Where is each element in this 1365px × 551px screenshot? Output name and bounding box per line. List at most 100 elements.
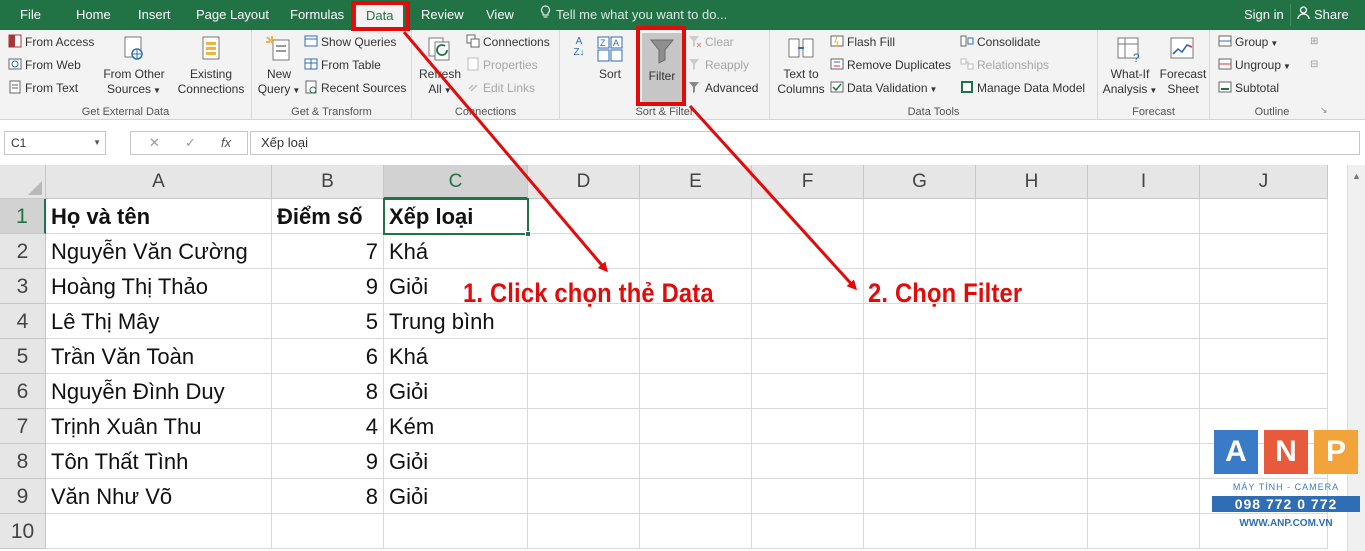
- cell-h9[interactable]: [976, 479, 1088, 514]
- cell-d10[interactable]: [528, 514, 640, 549]
- cell-e7[interactable]: [640, 409, 752, 444]
- column-header-e[interactable]: E: [640, 165, 752, 199]
- cell-d8[interactable]: [528, 444, 640, 479]
- cell-a6[interactable]: Nguyễn Đình Duy: [46, 374, 272, 409]
- column-header-g[interactable]: G: [864, 165, 976, 199]
- tab-insert[interactable]: Insert: [128, 0, 181, 30]
- cell-d2[interactable]: [528, 234, 640, 269]
- row-header[interactable]: 5: [0, 339, 46, 374]
- cell-a2[interactable]: Nguyễn Văn Cường: [46, 234, 272, 269]
- cell-d4[interactable]: [528, 304, 640, 339]
- cell-c7[interactable]: Kém: [384, 409, 528, 444]
- cell-c10[interactable]: [384, 514, 528, 549]
- cell-d6[interactable]: [528, 374, 640, 409]
- recent-sources-button[interactable]: Recent Sources: [304, 78, 406, 98]
- from-other-sources-button[interactable]: From Other Sources ▼: [98, 34, 170, 98]
- refresh-all-button[interactable]: Refresh All ▼: [416, 34, 464, 98]
- column-header-f[interactable]: F: [752, 165, 864, 199]
- cell-c4[interactable]: Trung bình: [384, 304, 528, 339]
- cell-h6[interactable]: [976, 374, 1088, 409]
- sort-button[interactable]: ZA Sort: [592, 34, 628, 82]
- select-all-button[interactable]: [0, 165, 46, 199]
- scroll-up-icon[interactable]: ▲: [1352, 171, 1361, 181]
- cell-i1[interactable]: [1088, 199, 1200, 234]
- forecast-sheet-button[interactable]: Forecast Sheet: [1158, 34, 1208, 97]
- row-header[interactable]: 4: [0, 304, 46, 339]
- subtotal-button[interactable]: Subtotal: [1218, 78, 1279, 98]
- cell-f10[interactable]: [752, 514, 864, 549]
- cell-d9[interactable]: [528, 479, 640, 514]
- hide-detail-button[interactable]: ⊟: [1310, 55, 1318, 75]
- cell-h5[interactable]: [976, 339, 1088, 374]
- cell-b6[interactable]: 8: [272, 374, 384, 409]
- cell-h7[interactable]: [976, 409, 1088, 444]
- enter-icon[interactable]: ✓: [185, 132, 196, 154]
- consolidate-button[interactable]: Consolidate: [960, 32, 1040, 52]
- show-detail-button[interactable]: ⊞: [1310, 32, 1318, 52]
- cell-c9[interactable]: Giỏi: [384, 479, 528, 514]
- share-button[interactable]: Share: [1290, 4, 1355, 26]
- cell-e8[interactable]: [640, 444, 752, 479]
- edit-links-button[interactable]: Edit Links: [466, 78, 535, 98]
- cell-j4[interactable]: [1200, 304, 1328, 339]
- cell-d1[interactable]: [528, 199, 640, 234]
- cell-b8[interactable]: 9: [272, 444, 384, 479]
- cell-f8[interactable]: [752, 444, 864, 479]
- formula-input[interactable]: Xếp loại: [250, 131, 1360, 155]
- cell-i8[interactable]: [1088, 444, 1200, 479]
- cell-h4[interactable]: [976, 304, 1088, 339]
- what-if-analysis-button[interactable]: ? What-If Analysis ▼: [1100, 34, 1160, 98]
- cell-i10[interactable]: [1088, 514, 1200, 549]
- cell-a4[interactable]: Lê Thị Mây: [46, 304, 272, 339]
- cell-b7[interactable]: 4: [272, 409, 384, 444]
- cell-e2[interactable]: [640, 234, 752, 269]
- cell-h1[interactable]: [976, 199, 1088, 234]
- new-query-button[interactable]: New Query ▼: [256, 34, 302, 98]
- from-text-button[interactable]: From Text: [8, 78, 78, 98]
- insert-function-icon[interactable]: fx: [221, 132, 231, 154]
- cell-f5[interactable]: [752, 339, 864, 374]
- reapply-button[interactable]: Reapply: [688, 55, 749, 75]
- tab-home[interactable]: Home: [66, 0, 121, 30]
- cell-a8[interactable]: Tôn Thất Tình: [46, 444, 272, 479]
- cell-b9[interactable]: 8: [272, 479, 384, 514]
- cell-g1[interactable]: [864, 199, 976, 234]
- cell-h2[interactable]: [976, 234, 1088, 269]
- column-header-j[interactable]: J: [1200, 165, 1328, 199]
- tab-review[interactable]: Review: [411, 0, 474, 30]
- cell-b2[interactable]: 7: [272, 234, 384, 269]
- cell-e10[interactable]: [640, 514, 752, 549]
- cell-f7[interactable]: [752, 409, 864, 444]
- from-web-button[interactable]: From Web: [8, 55, 81, 75]
- cell-a7[interactable]: Trịnh Xuân Thu: [46, 409, 272, 444]
- cell-a10[interactable]: [46, 514, 272, 549]
- cell-e5[interactable]: [640, 339, 752, 374]
- cell-e1[interactable]: [640, 199, 752, 234]
- cell-j1[interactable]: [1200, 199, 1328, 234]
- cell-a3[interactable]: Hoàng Thị Thảo: [46, 269, 272, 304]
- cell-g5[interactable]: [864, 339, 976, 374]
- from-table-button[interactable]: From Table: [304, 55, 381, 75]
- tab-formulas[interactable]: Formulas: [280, 0, 354, 30]
- cell-g2[interactable]: [864, 234, 976, 269]
- relationships-button[interactable]: Relationships: [960, 55, 1049, 75]
- cell-c6[interactable]: Giỏi: [384, 374, 528, 409]
- existing-connections-button[interactable]: Existing Connections: [172, 34, 250, 97]
- row-header[interactable]: 1: [0, 199, 46, 234]
- cell-g9[interactable]: [864, 479, 976, 514]
- cell-g10[interactable]: [864, 514, 976, 549]
- cell-i5[interactable]: [1088, 339, 1200, 374]
- cell-d5[interactable]: [528, 339, 640, 374]
- cell-h10[interactable]: [976, 514, 1088, 549]
- tab-view[interactable]: View: [476, 0, 524, 30]
- advanced-button[interactable]: Advanced: [688, 78, 758, 98]
- cell-h8[interactable]: [976, 444, 1088, 479]
- cell-j6[interactable]: [1200, 374, 1328, 409]
- cell-j2[interactable]: [1200, 234, 1328, 269]
- cell-g6[interactable]: [864, 374, 976, 409]
- column-header-i[interactable]: I: [1088, 165, 1200, 199]
- row-header[interactable]: 3: [0, 269, 46, 304]
- properties-button[interactable]: Properties: [466, 55, 538, 75]
- flash-fill-button[interactable]: Flash Fill: [830, 32, 895, 52]
- row-header[interactable]: 6: [0, 374, 46, 409]
